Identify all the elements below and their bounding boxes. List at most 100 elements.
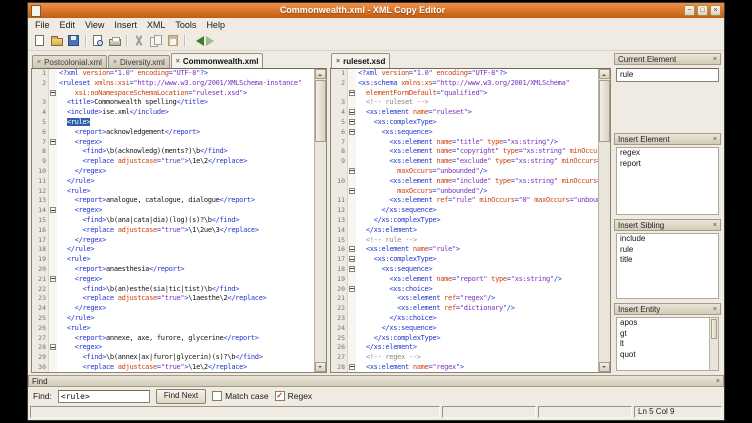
code-line[interactable]: 16 <replace adjustcase="true">\1\2ue\3</… bbox=[32, 226, 314, 236]
code-line[interactable]: 8 <xs:element name="copyright" type="xs:… bbox=[331, 147, 598, 157]
fold-toggle-icon[interactable] bbox=[349, 168, 355, 174]
menu-file[interactable]: File bbox=[30, 20, 55, 30]
find-input[interactable]: <rule> bbox=[58, 390, 150, 403]
tab-close-icon[interactable]: × bbox=[336, 58, 340, 65]
scroll-down-icon[interactable] bbox=[599, 362, 610, 372]
code-line[interactable]: 26 <rule> bbox=[32, 324, 314, 334]
code-line[interactable]: 19 <xs:element name="report" type="xs:st… bbox=[331, 275, 598, 285]
fold-toggle-icon[interactable] bbox=[349, 119, 355, 125]
cut-icon[interactable] bbox=[130, 33, 147, 49]
checkbox-icon[interactable] bbox=[212, 391, 222, 401]
print-icon[interactable] bbox=[106, 33, 123, 49]
code-line[interactable]: 29 <find>\b(annex|ax|furor|glycerin)(s)?… bbox=[32, 353, 314, 363]
maximize-button[interactable]: □ bbox=[697, 5, 708, 16]
code-line[interactable]: 20 <xs:choice> bbox=[331, 285, 598, 295]
code-line[interactable]: 26 </xs:element> bbox=[331, 343, 598, 353]
code-line[interactable]: 22 <find>\b(an)esthe(sia|tic|tist)\b</fi… bbox=[32, 285, 314, 295]
vertical-scrollbar[interactable] bbox=[598, 69, 610, 372]
code-line[interactable]: 9 <replace adjustcase="true">\1e\2</repl… bbox=[32, 157, 314, 167]
code-line[interactable]: 2<ruleset xmlns:xsi="http://www.w3.org/2… bbox=[32, 79, 314, 89]
new-icon[interactable] bbox=[31, 33, 48, 49]
save-icon[interactable] bbox=[65, 33, 82, 49]
scroll-thumb[interactable] bbox=[315, 80, 326, 142]
code-line[interactable]: xsi:noNamespaceSchemaLocation="ruleset.x… bbox=[32, 89, 314, 99]
list-item[interactable]: lt bbox=[617, 339, 718, 350]
menu-tools[interactable]: Tools bbox=[170, 20, 201, 30]
fold-toggle-icon[interactable] bbox=[349, 266, 355, 272]
code-line[interactable]: 6 <xs:sequence> bbox=[331, 128, 598, 138]
list-item[interactable]: rule bbox=[617, 245, 718, 256]
tab-commonwealth-xml[interactable]: × Commonwealth.xml bbox=[171, 53, 264, 68]
code-line[interactable]: 17 <xs:complexType> bbox=[331, 255, 598, 265]
code-line[interactable]: 9 <xs:element name="exclude" type="xs:st… bbox=[331, 157, 598, 167]
code-line[interactable]: 5 <xs:complexType> bbox=[331, 118, 598, 128]
scroll-up-icon[interactable] bbox=[315, 69, 326, 79]
code-line[interactable]: 21 <regex> bbox=[32, 275, 314, 285]
code-line[interactable]: 15 <find>\b(ana|cata|dia)(log)(s)?\b</fi… bbox=[32, 216, 314, 226]
scroll-down-icon[interactable] bbox=[315, 362, 326, 372]
code-line[interactable]: 11 <xs:element ref="rule" minOccurs="0" … bbox=[331, 196, 598, 206]
close-icon[interactable]: × bbox=[716, 378, 720, 385]
preview-icon[interactable] bbox=[89, 33, 106, 49]
code-line[interactable]: 7 <regex> bbox=[32, 138, 314, 148]
match-case-checkbox[interactable]: Match case bbox=[212, 391, 268, 401]
current-element-input[interactable]: rule bbox=[616, 68, 719, 82]
fold-toggle-icon[interactable] bbox=[349, 246, 355, 252]
code-line[interactable]: elementFormDefault="qualified"> bbox=[331, 89, 598, 99]
tab-ruleset-xsd[interactable]: × ruleset.xsd bbox=[331, 53, 390, 68]
code-line[interactable]: 18 </rule> bbox=[32, 245, 314, 255]
code-line[interactable]: 4 <include>ise.xml</include> bbox=[32, 108, 314, 118]
fold-toggle-icon[interactable] bbox=[50, 139, 56, 145]
list-item[interactable]: gt bbox=[617, 329, 718, 340]
vertical-scrollbar[interactable] bbox=[709, 318, 718, 370]
minimize-button[interactable]: − bbox=[684, 5, 695, 16]
code-line[interactable]: 19 <rule> bbox=[32, 255, 314, 265]
regex-checkbox[interactable]: ✓ Regex bbox=[275, 391, 313, 401]
scroll-track[interactable] bbox=[315, 143, 326, 362]
fold-toggle-icon[interactable] bbox=[50, 207, 56, 213]
code-line[interactable]: 14 <regex> bbox=[32, 206, 314, 216]
code-line[interactable]: maxOccurs="unbounded"/> bbox=[331, 167, 598, 177]
close-icon[interactable]: × bbox=[713, 222, 717, 229]
code-line[interactable]: 28 <xs:element name="regex"> bbox=[331, 363, 598, 372]
code-line[interactable]: 21 <xs:element ref="regex"/> bbox=[331, 294, 598, 304]
list-item[interactable]: title bbox=[617, 255, 718, 266]
titlebar[interactable]: Commonwealth.xml - XML Copy Editor −□× bbox=[28, 3, 724, 18]
menu-view[interactable]: View bbox=[80, 20, 109, 30]
fold-toggle-icon[interactable] bbox=[349, 188, 355, 194]
code-line[interactable]: 3 <title>Commonwealth spelling</title> bbox=[32, 98, 314, 108]
fold-toggle-icon[interactable] bbox=[50, 344, 56, 350]
code-line[interactable]: 2<xs:schema xmlns:xs="http://www.w3.org/… bbox=[331, 79, 598, 89]
menu-insert[interactable]: Insert bbox=[109, 20, 142, 30]
tab-postcolonial-xml[interactable]: × Postcolonial.xml bbox=[32, 55, 107, 68]
code-line[interactable]: 13 </xs:complexType> bbox=[331, 216, 598, 226]
tab-close-icon[interactable]: × bbox=[113, 59, 117, 66]
fold-toggle-icon[interactable] bbox=[349, 90, 355, 96]
close-button[interactable]: × bbox=[710, 5, 721, 16]
fold-toggle-icon[interactable] bbox=[349, 364, 355, 370]
fold-toggle-icon[interactable] bbox=[349, 109, 355, 115]
fold-toggle-icon[interactable] bbox=[349, 256, 355, 262]
code-line[interactable]: 24 </xs:sequence> bbox=[331, 324, 598, 334]
code-line[interactable]: 12 </xs:sequence> bbox=[331, 206, 598, 216]
code-line[interactable]: 16 <xs:element name="rule"> bbox=[331, 245, 598, 255]
close-icon[interactable]: × bbox=[713, 306, 717, 313]
code-line[interactable]: 28 <regex> bbox=[32, 343, 314, 353]
close-icon[interactable]: × bbox=[713, 136, 717, 143]
list-item[interactable]: apos bbox=[617, 318, 718, 329]
code-line[interactable]: 17 </regex> bbox=[32, 236, 314, 246]
scroll-up-icon[interactable] bbox=[599, 69, 610, 79]
list-item[interactable]: include bbox=[617, 234, 718, 245]
code-line[interactable]: 10 <xs:element name="include" type="xs:s… bbox=[331, 177, 598, 187]
fold-toggle-icon[interactable] bbox=[349, 129, 355, 135]
menu-help[interactable]: Help bbox=[201, 20, 230, 30]
code-line[interactable]: 13 <report>analogue, catalogue, dialogue… bbox=[32, 196, 314, 206]
code-line[interactable]: 22 <xs:element ref="dictionary"/> bbox=[331, 304, 598, 314]
menu-edit[interactable]: Edit bbox=[55, 20, 81, 30]
code-line[interactable]: 14 </xs:element> bbox=[331, 226, 598, 236]
code-line[interactable]: 4 <xs:element name="ruleset"> bbox=[331, 108, 598, 118]
tab-close-icon[interactable]: × bbox=[176, 58, 180, 65]
close-icon[interactable]: × bbox=[713, 56, 717, 63]
copy-icon[interactable] bbox=[147, 33, 164, 49]
code-editor-ruleset[interactable]: 1<?xml version="1.0" encoding="UTF-8"?>2… bbox=[330, 68, 611, 373]
